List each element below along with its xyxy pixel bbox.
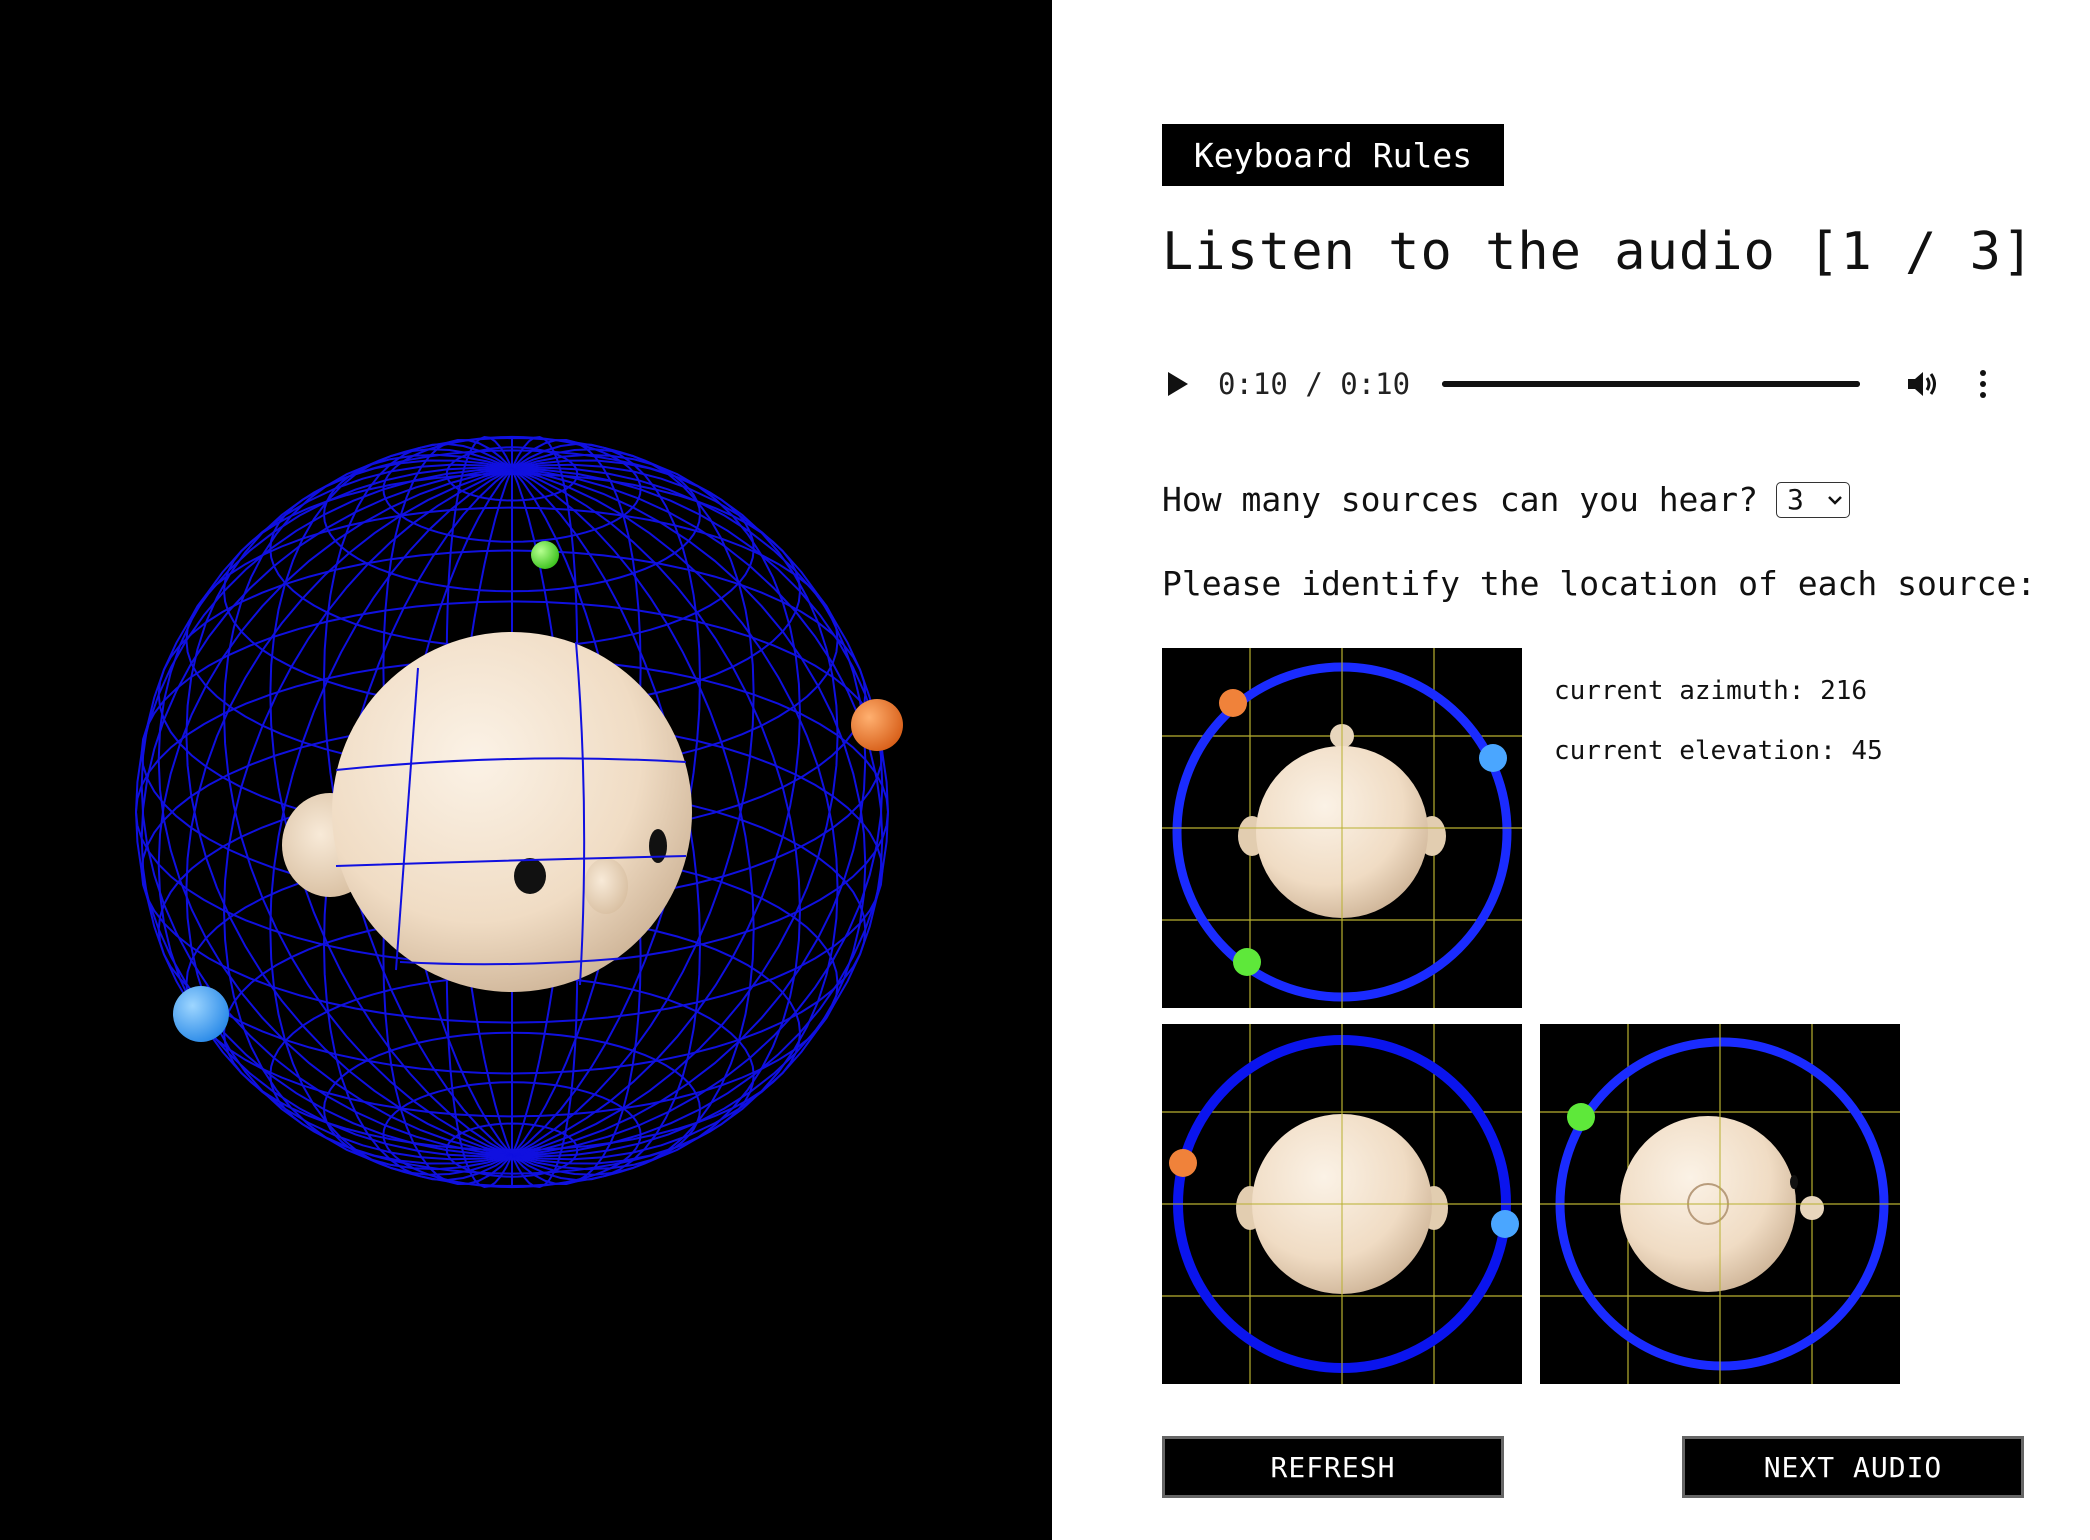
next-audio-button[interactable]: NEXT AUDIO (1682, 1436, 2024, 1498)
audio-player[interactable]: 0:10 / 0:10 (1162, 352, 2022, 416)
page-title: Listen to the audio [1 / 3] (1162, 222, 2035, 282)
audio-progress-fill (1442, 381, 1861, 387)
source-green-marker[interactable] (1567, 1103, 1595, 1131)
sources-question: How many sources can you hear? 3 (1162, 480, 1851, 519)
source-orange-marker[interactable] (1169, 1149, 1197, 1177)
sources-count-select[interactable]: 3 (1776, 481, 1851, 518)
play-icon[interactable] (1168, 372, 1188, 396)
location-instruction: Please identify the location of each sou… (1162, 564, 2037, 603)
head-front-view (1162, 1024, 1522, 1384)
source-orange-3d[interactable] (851, 699, 903, 751)
source-blue-marker[interactable] (1491, 1210, 1519, 1238)
3d-scene-viewport[interactable] (0, 0, 1052, 1540)
source-green-marker[interactable] (1233, 948, 1261, 976)
sources-question-label: How many sources can you hear? (1162, 480, 1759, 519)
chevron-down-icon (1828, 495, 1842, 505)
elevation-readout: current elevation: 45 (1554, 736, 1883, 766)
time-separator: / (1305, 367, 1323, 401)
keyboard-rules-button[interactable]: Keyboard Rules (1162, 124, 1504, 186)
head-top-view (1162, 648, 1522, 1008)
duration: 0:10 (1340, 367, 1411, 401)
sources-count-value: 3 (1787, 483, 1804, 516)
volume-icon[interactable] (1906, 369, 1940, 399)
head-side-view (1540, 1024, 1900, 1384)
3d-scene-svg[interactable] (0, 0, 1052, 1540)
azimuth-readout: current azimuth: 216 (1554, 676, 1868, 706)
top-view-locator[interactable] (1162, 648, 1522, 1008)
front-view-locator[interactable] (1162, 1024, 1522, 1384)
side-view-locator[interactable] (1540, 1024, 1900, 1384)
audio-progress-bar[interactable] (1442, 381, 1861, 387)
control-panel: Keyboard Rules Listen to the audio [1 / … (1052, 0, 2090, 1540)
more-options-icon[interactable] (1980, 370, 1987, 398)
source-orange-marker[interactable] (1219, 689, 1247, 717)
current-time: 0:10 (1218, 367, 1288, 401)
source-green-3d[interactable] (531, 541, 559, 569)
source-blue-3d[interactable] (173, 986, 229, 1042)
audio-time: 0:10 / 0:10 (1218, 367, 1410, 401)
refresh-button[interactable]: REFRESH (1162, 1436, 1504, 1498)
source-blue-marker[interactable] (1479, 744, 1507, 772)
